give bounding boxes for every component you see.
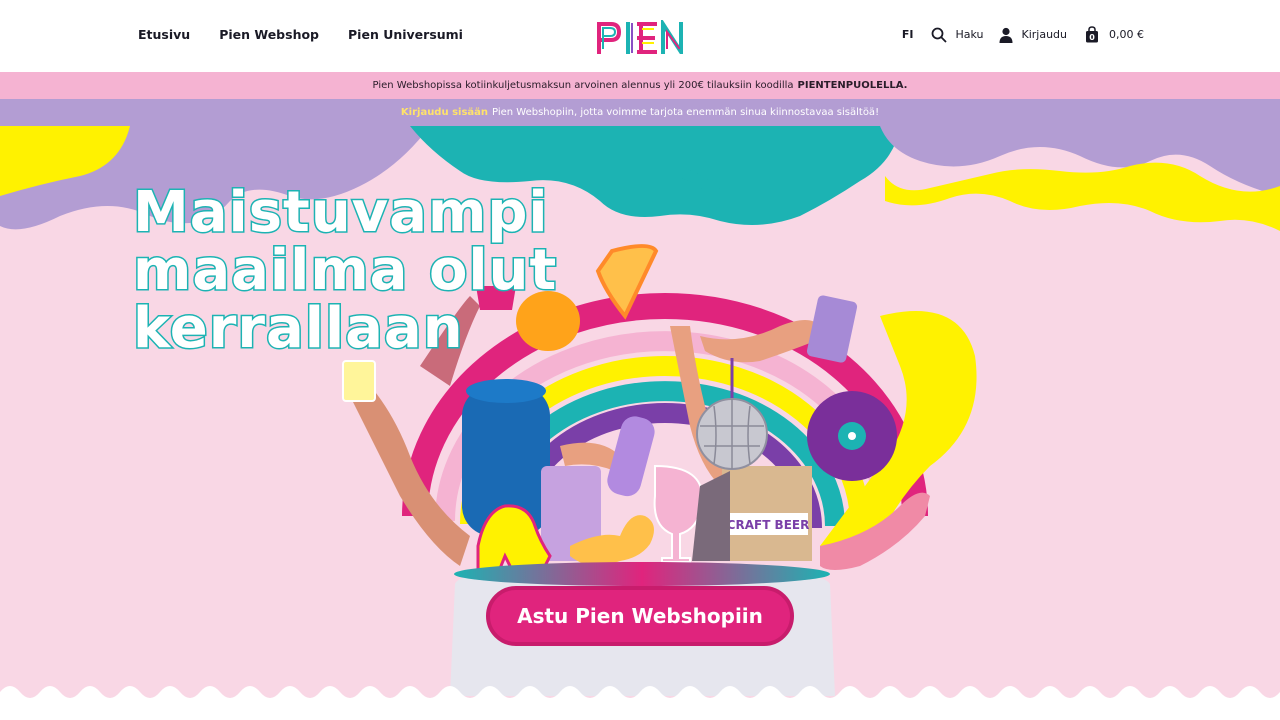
- headline-line-2: maailma olut: [131, 238, 558, 303]
- login-prompt-link[interactable]: Kirjaudu sisään: [401, 107, 488, 118]
- enter-webshop-button[interactable]: Astu Pien Webshopiin: [486, 586, 794, 646]
- login-label: Kirjaudu: [1021, 28, 1067, 41]
- promo-banner: Pien Webshopissa kotiinkuljetusmaksun ar…: [0, 72, 1280, 99]
- logo-letters: [597, 20, 683, 54]
- promo-text: Pien Webshopissa kotiinkuljetusmaksun ar…: [372, 80, 794, 91]
- hero-section: CRAFT BEER Maistuvampi maailma olut kerr…: [0, 126, 1280, 720]
- promo-code: PIENTENPUOLELLA.: [797, 80, 908, 91]
- main-nav: Etusivu Pien Webshop Pien Universumi: [138, 27, 463, 42]
- beer-glass: [342, 360, 376, 402]
- cart-total: 0,00 €: [1109, 28, 1144, 41]
- pien-logo[interactable]: [595, 20, 687, 54]
- search-icon: [932, 27, 948, 43]
- purple-can-top: [806, 295, 858, 363]
- login-button[interactable]: Kirjaudu: [999, 27, 1067, 43]
- login-prompt-banner: Kirjaudu sisään Pien Webshopiin, jotta v…: [0, 99, 1280, 126]
- user-icon: [999, 27, 1013, 43]
- craft-beer-sign: CRAFT BEER: [727, 518, 810, 532]
- nav-item-pien-webshop[interactable]: Pien Webshop: [219, 27, 319, 42]
- header-actions: FI Haku Kirjaudu 0 0,00 €: [902, 26, 1144, 43]
- hero-headline: Maistuvampi maailma olut kerrallaan: [131, 180, 558, 361]
- search-button[interactable]: Haku: [931, 27, 983, 43]
- headline-line-1: Maistuvampi: [131, 180, 549, 245]
- nav-item-pien-universumi[interactable]: Pien Universumi: [348, 27, 463, 42]
- headline-line-3: kerrallaan: [131, 296, 464, 361]
- login-prompt-text: Pien Webshopiin, jotta voimme tarjota en…: [492, 107, 880, 118]
- shopping-bag-icon: 0: [1086, 26, 1098, 43]
- site-header: Etusivu Pien Webshop Pien Universumi FI …: [0, 0, 1280, 72]
- yellow-drip-right: [885, 162, 1280, 231]
- cart-button[interactable]: 0 0,00 €: [1085, 26, 1144, 43]
- search-label: Haku: [955, 28, 984, 41]
- language-selector[interactable]: FI: [902, 28, 914, 41]
- cart-count: 0: [1089, 33, 1095, 42]
- nav-item-etusivu[interactable]: Etusivu: [138, 27, 190, 42]
- wave-divider: [0, 686, 1280, 720]
